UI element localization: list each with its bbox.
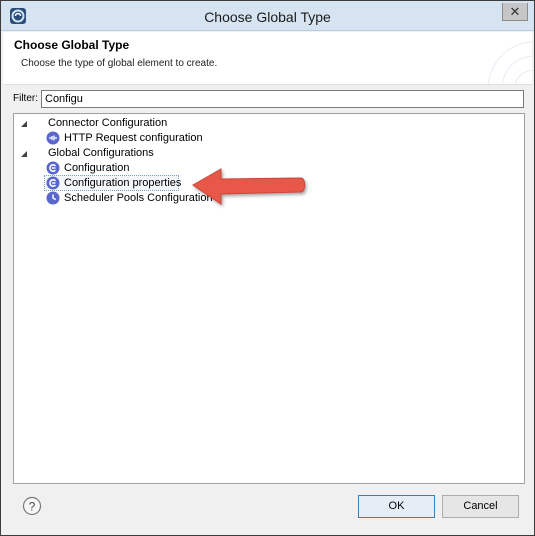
header-decoration (487, 41, 532, 84)
cancel-button[interactable]: Cancel (442, 495, 519, 518)
tree-item-label: Configuration (64, 162, 130, 174)
dialog-window: Choose Global Type ✕ Choose Global Type … (0, 0, 535, 536)
tree-group-label: Global Configurations (48, 147, 154, 159)
tree-item-label: HTTP Request configuration (64, 132, 203, 144)
tree-item-label: Configuration properties (64, 177, 182, 189)
annotation-arrow-icon (192, 168, 306, 205)
help-icon[interactable]: ? (22, 496, 42, 516)
clock-icon (46, 191, 60, 205)
svg-text:?: ? (29, 500, 36, 514)
tree-group-label: Connector Configuration (48, 117, 168, 129)
title-bar[interactable]: Choose Global Type ✕ (1, 1, 534, 31)
window-title: Choose Global Type (204, 9, 331, 25)
header-description: Choose the type of global element to cre… (21, 58, 218, 69)
filter-input[interactable] (41, 90, 524, 108)
ok-button[interactable]: OK (358, 495, 435, 518)
expand-toggle-icon[interactable] (20, 120, 28, 128)
filter-row: Filter: (13, 90, 524, 108)
global-config-icon (46, 176, 60, 190)
filter-label: Filter: (13, 93, 38, 104)
global-config-icon (46, 161, 60, 175)
dialog-footer: ? OK Cancel (2, 487, 534, 535)
wizard-header: Choose Global Type Choose the type of gl… (3, 32, 532, 85)
http-connector-icon (46, 131, 60, 145)
close-button[interactable]: ✕ (502, 3, 528, 21)
header-title: Choose Global Type (14, 38, 130, 52)
expand-toggle-icon[interactable] (20, 150, 28, 158)
